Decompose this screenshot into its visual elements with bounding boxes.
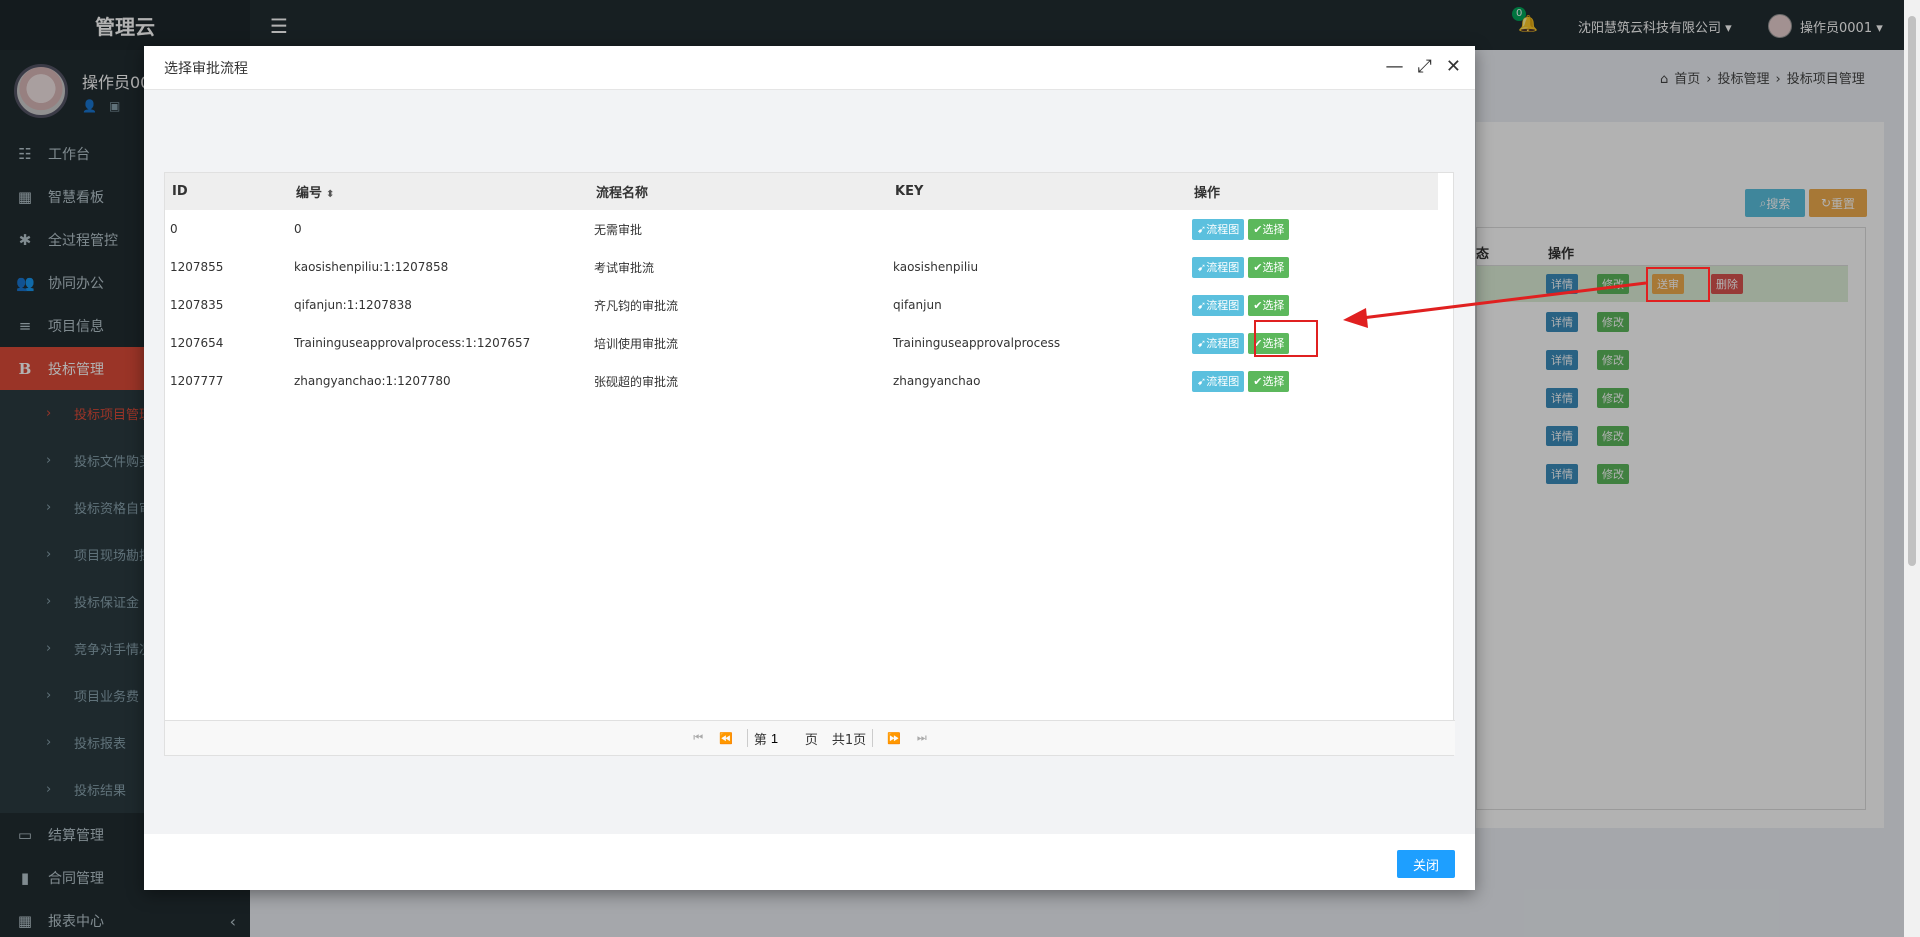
next-page-icon[interactable]: ⏩ [887,732,901,745]
cell-id: 0 [170,222,178,236]
minimize-icon[interactable]: — [1386,56,1404,77]
select-button[interactable]: ✔ 选择 [1248,218,1290,240]
col-actions: 操作 [1187,173,1438,210]
col-flow-name: 流程名称 [589,173,888,210]
flowchart-button[interactable]: ➹ 流程图 [1192,332,1245,354]
modal-title-bar: 选择审批流程 [144,46,1475,90]
cell-key: zhangyanchao [893,374,981,388]
flowchart-button[interactable]: ➹ 流程图 [1192,370,1245,392]
page-total: 共1页 [831,732,867,748]
last-page-icon[interactable]: ⏭ [917,731,927,745]
cell-name: 齐凡钧的审批流 [594,298,679,313]
page-prefix: 第 [753,732,767,748]
check-icon: ✔ [1253,222,1263,236]
modal-controls: — ⤢ ✕ [1386,56,1462,77]
cell-actions: ➹ 流程图 ✔ 选择 [1187,248,1438,286]
first-page-icon[interactable]: ⏮ [693,731,703,745]
sort-icon[interactable]: ⬍ [326,189,334,200]
flowchart-button[interactable]: ➹ 流程图 [1192,294,1245,316]
flowchart-button[interactable]: ➹ 流程图 [1192,218,1245,240]
check-icon: ✔ [1253,260,1263,274]
cell-code: kaosishenpiliu:1:1207858 [294,260,449,274]
page-scrollbar[interactable] [1904,0,1920,937]
table-row: 1207835 qifanjun:1:1207838 齐凡钧的审批流 qifan… [165,286,1438,324]
paper-plane-icon: ➹ [1197,336,1207,350]
modal-body: ID 编号⬍ 流程名称 KEY 操作 0 0 无需审批 ➹流程图✔选择 [144,90,1475,834]
cell-key [888,210,1187,248]
table-row: 1207777 zhangyanchao:1:1207780 张砚超的审批流 z… [165,362,1438,400]
check-icon: ✔ [1253,298,1263,312]
cell-actions: ➹ 流程图 ✔ 选择 [1187,286,1438,324]
col-key: KEY [888,173,1187,210]
paper-plane-icon: ➹ [1197,260,1207,274]
flow-table-container: ID 编号⬍ 流程名称 KEY 操作 0 0 无需审批 ➹流程图✔选择 [164,172,1455,756]
cell-code: qifanjun:1:1207838 [294,298,412,312]
table-header-row: ID 编号 ⬍ 流程名称 KEY 操作 [165,173,1438,210]
pagination: ⏮ ⏪ 第 页 共1页 ⏩ ⏭ [165,720,1455,755]
paper-plane-icon: ➹ [1197,222,1207,236]
col-id: ID [165,173,289,210]
cell-code: 0 [294,222,302,236]
highlight-box-submit [1646,267,1710,302]
cell-name: 张砚超的审批流 [594,374,679,389]
highlight-box-select [1254,320,1318,357]
close-button[interactable]: 关闭 [1397,850,1455,878]
prev-page-icon[interactable]: ⏪ [719,732,733,745]
modal-title: 选择审批流程 [164,60,248,77]
cell-name: 培训使用审批流 [594,336,679,351]
select-button[interactable]: ✔ 选择 [1248,294,1290,316]
cell-id: 1207654 [170,336,224,350]
page-suffix: 页 [804,732,818,748]
paper-plane-icon: ➹ [1197,298,1207,312]
cell-name: 考试审批流 [594,260,655,275]
select-button[interactable]: ✔ 选择 [1248,256,1290,278]
cell-key: Traininguseapprovalprocess [893,336,1061,350]
cell-code: Traininguseapprovalprocess:1:1207657 [294,336,531,350]
close-icon[interactable]: ✕ [1446,56,1461,77]
cell-actions: ➹ 流程图 ✔ 选择 [1187,362,1438,400]
cell-id: 1207777 [170,374,224,388]
cell-key: kaosishenpiliu [893,260,979,274]
check-icon: ✔ [1253,374,1263,388]
table-row: 1207654 Traininguseapprovalprocess:1:120… [165,324,1438,362]
cell-actions: ➹ 流程图 ✔ 选择 [1187,210,1438,248]
flowchart-button[interactable]: ➹ 流程图 [1192,256,1245,278]
select-button-highlighted[interactable]: ✔ 选择 [1248,370,1290,392]
table-row: 0 0 无需审批 ➹ 流程图 ✔ 选择 [165,210,1438,248]
col-code[interactable]: 编号 ⬍ [289,173,589,210]
scroll-thumb[interactable] [1908,16,1916,566]
cell-key: qifanjun [893,298,942,312]
paper-plane-icon: ➹ [1197,374,1207,388]
cell-id: 1207855 [170,260,224,274]
page-number-input[interactable] [770,728,801,748]
flow-table: ID 编号⬍ 流程名称 KEY 操作 0 0 无需审批 ➹流程图✔选择 [165,173,1438,400]
table-row: 1207855 kaosishenpiliu:1:1207858 考试审批流 k… [165,248,1438,286]
modal-footer: 关闭 [144,834,1475,890]
approval-flow-modal: 选择审批流程 — ⤢ ✕ ID 编号 ⬍ 流程名称 KEY 操作 0 0 无需审… [144,46,1475,890]
cell-name: 无需审批 [594,222,643,237]
cell-code: zhangyanchao:1:1207780 [294,374,451,388]
maximize-icon[interactable]: ⤢ [1418,56,1432,77]
cell-id: 1207835 [170,298,224,312]
